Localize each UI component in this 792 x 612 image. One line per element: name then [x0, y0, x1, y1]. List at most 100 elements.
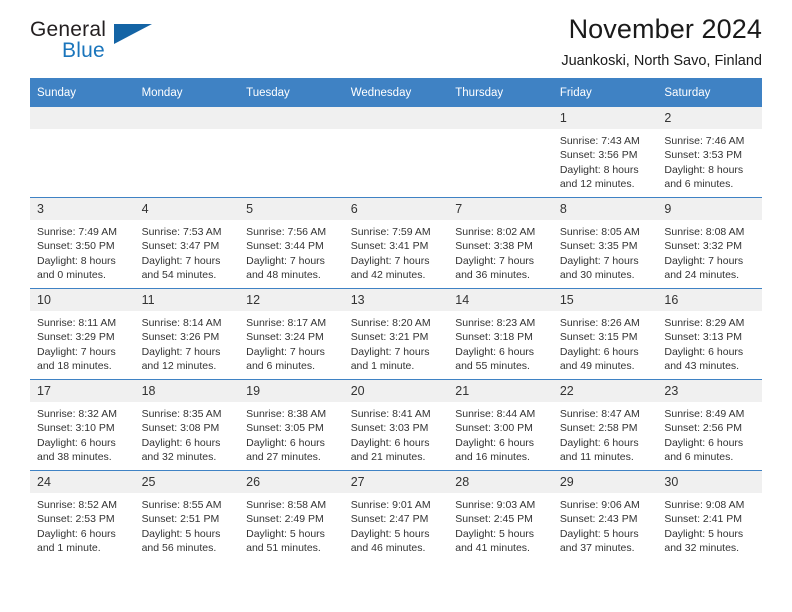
calendar-day-cell[interactable]: 26 Sunrise: 8:58 AM Sunset: 2:49 PM Dayligh…: [239, 470, 344, 561]
day-info-line: Sunset: 3:00 PM: [455, 422, 533, 435]
day-number: 9: [657, 198, 762, 220]
calendar-day-cell[interactable]: 30 Sunrise: 9:08 AM Sunset: 2:41 PM Dayligh…: [657, 470, 762, 561]
day-sun-info: Sunrise: 7:56 AM Sunset: 3:44 PM Daylight:…: [239, 220, 344, 283]
day-number: 24: [30, 471, 135, 493]
calendar-day-cell[interactable]: 22 Sunrise: 8:47 AM Sunset: 2:58 PM Dayligh…: [552, 379, 658, 471]
calendar-day-cell[interactable]: 25 Sunrise: 8:55 AM Sunset: 2:51 PM Dayligh…: [134, 470, 240, 561]
day-sun-info: Sunrise: 8:52 AM Sunset: 2:53 PM Daylight:…: [30, 493, 135, 556]
day-info-line: Sunrise: 8:44 AM: [455, 408, 536, 420]
day-info-line: Sunset: 3:18 PM: [455, 331, 533, 344]
day-info-line: Sunrise: 8:32 AM: [37, 408, 117, 420]
day-info-line: Daylight: 6 hours: [559, 436, 639, 449]
day-info-line: and 56 minutes.: [141, 542, 217, 555]
calendar-day-cell[interactable]: 17 Sunrise: 8:32 AM Sunset: 3:10 PM Dayligh…: [30, 379, 135, 471]
day-info-line: Sunrise: 8:08 AM: [664, 226, 745, 238]
day-number: 29: [552, 471, 658, 493]
day-sun-info: Sunrise: 8:05 AM Sunset: 3:35 PM Daylight:…: [553, 220, 658, 283]
day-info-line: Daylight: 6 hours: [455, 345, 535, 358]
day-sun-info: Sunrise: 7:53 AM Sunset: 3:47 PM Daylight:…: [135, 220, 240, 283]
day-info-line: Daylight: 7 hours: [350, 254, 430, 267]
day-info-line: Daylight: 7 hours: [246, 345, 325, 358]
day-sun-info: Sunrise: 8:58 AM Sunset: 2:49 PM Daylight:…: [239, 493, 344, 556]
calendar-day-cell[interactable]: 16 Sunrise: 8:29 AM Sunset: 3:13 PM Dayligh…: [657, 288, 762, 380]
day-info-line: Sunrise: 8:20 AM: [350, 317, 431, 329]
day-sun-info: Sunrise: 8:44 AM Sunset: 3:00 PM Daylight:…: [448, 402, 553, 465]
day-sun-info: [135, 129, 240, 134]
day-info-line: and 51 minutes.: [246, 542, 321, 555]
day-sun-info: Sunrise: 8:55 AM Sunset: 2:51 PM Daylight:…: [135, 493, 240, 556]
calendar-day-cell[interactable]: 2 Sunrise: 7:46 AM Sunset: 3:53 PM Daylight…: [657, 107, 762, 198]
day-info-line: Daylight: 6 hours: [350, 436, 430, 449]
day-info-line: Sunrise: 8:55 AM: [141, 499, 222, 511]
calendar-page: General Blue November 2024 Juankoski, No…: [0, 0, 792, 612]
day-info-line: Sunset: 3:29 PM: [37, 331, 115, 344]
logo-triangle-icon: [114, 24, 152, 44]
weekday-header-tuesday: Tuesday: [239, 78, 344, 107]
day-number: 14: [448, 289, 553, 311]
day-number: 19: [239, 380, 344, 402]
general-blue-logo[interactable]: General Blue: [30, 18, 210, 70]
title-block: November 2024 Juankoski, North Savo, Fin…: [561, 12, 762, 72]
calendar-day-cell[interactable]: 21 Sunrise: 8:44 AM Sunset: 3:00 PM Dayligh…: [448, 379, 553, 471]
day-info-line: Daylight: 7 hours: [350, 345, 430, 358]
day-info-line: Sunrise: 7:46 AM: [664, 135, 745, 147]
calendar-day-cell[interactable]: 24 Sunrise: 8:52 AM Sunset: 2:53 PM Dayligh…: [30, 470, 135, 561]
day-info-line: Daylight: 5 hours: [559, 527, 639, 540]
calendar-day-cell[interactable]: 3 Sunrise: 7:49 AM Sunset: 3:50 PM Daylight…: [30, 197, 135, 289]
day-info-line: and 21 minutes.: [350, 451, 426, 464]
day-info-line: Sunset: 2:58 PM: [559, 422, 638, 435]
calendar-day-cell[interactable]: 28 Sunrise: 9:03 AM Sunset: 2:45 PM Dayligh…: [448, 470, 553, 561]
calendar-day-cell[interactable]: 11 Sunrise: 8:14 AM Sunset: 3:26 PM Dayligh…: [134, 288, 240, 380]
day-info-line: and 42 minutes.: [350, 269, 426, 282]
day-info-line: Sunset: 2:56 PM: [664, 422, 743, 435]
calendar-day-cell[interactable]: 13 Sunrise: 8:20 AM Sunset: 3:21 PM Dayligh…: [343, 288, 449, 380]
day-number: 11: [134, 289, 240, 311]
day-sun-info: [239, 129, 344, 134]
day-info-line: and 24 minutes.: [664, 269, 740, 282]
calendar-day-cell[interactable]: 18 Sunrise: 8:35 AM Sunset: 3:08 PM Dayligh…: [134, 379, 240, 471]
calendar-day-cell[interactable]: 12 Sunrise: 8:17 AM Sunset: 3:24 PM Dayligh…: [239, 288, 344, 380]
day-number: 12: [239, 289, 344, 311]
day-number: [343, 107, 449, 129]
day-sun-info: Sunrise: 7:43 AM Sunset: 3:56 PM Daylight:…: [553, 129, 658, 192]
calendar-day-cell[interactable]: 29 Sunrise: 9:06 AM Sunset: 2:43 PM Dayligh…: [552, 470, 658, 561]
day-info-line: Sunset: 3:53 PM: [664, 149, 743, 162]
day-info-line: Sunset: 3:38 PM: [455, 240, 533, 253]
day-info-line: Sunset: 3:24 PM: [246, 331, 324, 344]
day-info-line: Sunrise: 8:14 AM: [141, 317, 222, 329]
day-info-line: Sunset: 2:41 PM: [664, 513, 743, 526]
day-info-line: Sunrise: 8:23 AM: [455, 317, 536, 329]
day-info-line: and 0 minutes.: [37, 269, 106, 282]
calendar-day-cell[interactable]: 5 Sunrise: 7:56 AM Sunset: 3:44 PM Daylight…: [239, 197, 344, 289]
day-info-line: Sunrise: 8:29 AM: [664, 317, 745, 329]
day-number: 3: [30, 198, 135, 220]
calendar-day-cell[interactable]: 10 Sunrise: 8:11 AM Sunset: 3:29 PM Dayligh…: [30, 288, 135, 380]
weekday-header-friday: Friday: [552, 78, 658, 107]
calendar-day-cell[interactable]: 9 Sunrise: 8:08 AM Sunset: 3:32 PM Daylight…: [657, 197, 762, 289]
calendar-day-cell[interactable]: 20 Sunrise: 8:41 AM Sunset: 3:03 PM Dayligh…: [343, 379, 449, 471]
day-number: [239, 107, 344, 129]
day-info-line: Sunrise: 8:47 AM: [559, 408, 640, 420]
page-header: General Blue November 2024 Juankoski, No…: [30, 0, 762, 78]
calendar-day-cell[interactable]: 27 Sunrise: 9:01 AM Sunset: 2:47 PM Dayligh…: [343, 470, 449, 561]
day-info-line: Daylight: 5 hours: [141, 527, 221, 540]
day-sun-info: Sunrise: 8:02 AM Sunset: 3:38 PM Daylight:…: [448, 220, 553, 283]
calendar-day-cell[interactable]: 8 Sunrise: 8:05 AM Sunset: 3:35 PM Daylight…: [552, 197, 658, 289]
day-sun-info: [448, 129, 553, 134]
calendar-day-cell[interactable]: 15 Sunrise: 8:26 AM Sunset: 3:15 PM Dayligh…: [552, 288, 658, 380]
calendar-day-cell[interactable]: 23 Sunrise: 8:49 AM Sunset: 2:56 PM Dayligh…: [657, 379, 762, 471]
calendar-day-cell[interactable]: 14 Sunrise: 8:23 AM Sunset: 3:18 PM Dayligh…: [448, 288, 553, 380]
calendar-day-cell[interactable]: 6 Sunrise: 7:59 AM Sunset: 3:41 PM Daylight…: [343, 197, 449, 289]
day-info-line: and 48 minutes.: [246, 269, 321, 282]
calendar-day-cell[interactable]: 4 Sunrise: 7:53 AM Sunset: 3:47 PM Daylight…: [134, 197, 240, 289]
calendar-day-cell[interactable]: 7 Sunrise: 8:02 AM Sunset: 3:38 PM Daylight…: [448, 197, 553, 289]
day-info-line: Daylight: 7 hours: [246, 254, 325, 267]
calendar-day-cell[interactable]: 1 Sunrise: 7:43 AM Sunset: 3:56 PM Daylight…: [552, 107, 658, 198]
day-sun-info: Sunrise: 8:47 AM Sunset: 2:58 PM Daylight:…: [553, 402, 658, 465]
calendar-day-cell-empty: [448, 107, 553, 198]
calendar-day-cell[interactable]: 19 Sunrise: 8:38 AM Sunset: 3:05 PM Dayligh…: [239, 379, 344, 471]
day-info-line: Sunset: 3:50 PM: [37, 240, 115, 253]
day-info-line: Sunset: 3:13 PM: [664, 331, 743, 344]
day-info-line: Sunset: 3:44 PM: [246, 240, 324, 253]
day-info-line: Sunset: 3:10 PM: [37, 422, 115, 435]
